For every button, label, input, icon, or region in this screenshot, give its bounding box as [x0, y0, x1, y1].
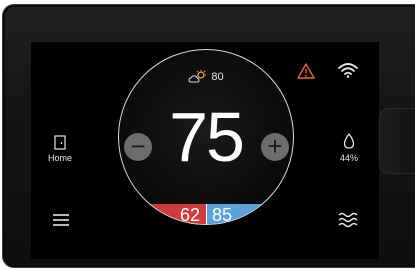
humidity-value: 44% — [339, 153, 358, 163]
outdoor-temperature: 80 — [211, 71, 224, 83]
temperature-dial[interactable]: 80 75 − + 62 85 — [118, 49, 294, 225]
fan-waves-icon[interactable] — [338, 211, 358, 229]
menu-icon[interactable] — [52, 213, 70, 227]
increase-temperature-button[interactable]: + — [261, 133, 289, 161]
warning-icon[interactable] — [297, 63, 315, 79]
cool-setpoint[interactable]: 85 — [206, 204, 293, 224]
decrease-temperature-button[interactable]: − — [124, 133, 152, 161]
water-drop-icon — [343, 133, 355, 149]
side-hardware-button[interactable] — [379, 108, 415, 174]
humidity-display: 44% — [333, 133, 365, 167]
wifi-icon[interactable] — [337, 61, 359, 79]
heat-setpoint[interactable]: 62 — [119, 204, 206, 224]
door-icon — [54, 135, 66, 150]
home-label: Home — [47, 153, 72, 163]
home-mode-button[interactable]: Home — [40, 135, 80, 167]
partly-sunny-icon — [188, 70, 207, 83]
outdoor-weather: 80 — [119, 70, 293, 84]
range-divider — [206, 204, 207, 224]
